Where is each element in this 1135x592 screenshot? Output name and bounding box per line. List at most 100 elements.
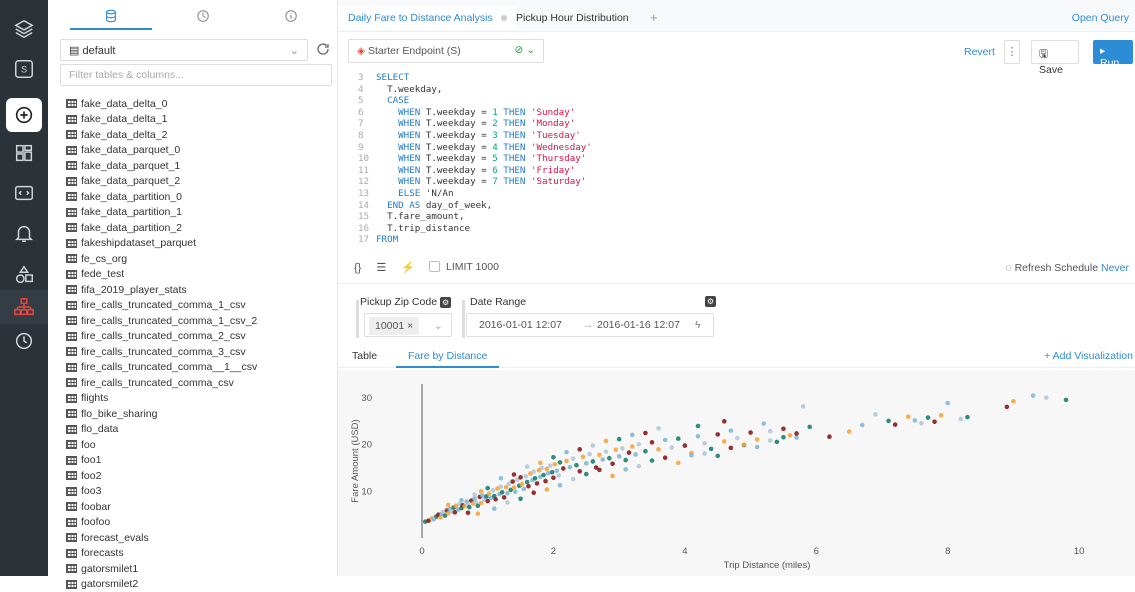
data-point xyxy=(487,491,492,496)
open-query-link[interactable]: Open Query xyxy=(1072,12,1129,24)
filter-input[interactable]: Filter tables & columns... xyxy=(60,64,332,86)
table-item[interactable]: fake_data_partition_2 xyxy=(66,220,336,236)
code-line[interactable]: 15 T.fare_amount, xyxy=(358,211,592,223)
table-item[interactable]: gatorsmilet1 xyxy=(66,561,336,577)
table-item[interactable]: fe_cs_org xyxy=(66,251,336,267)
code-line[interactable]: 4 T.weekday, xyxy=(358,84,592,96)
limit-toggle[interactable]: LIMIT 1000 xyxy=(429,261,499,273)
data-point xyxy=(597,468,602,473)
table-item[interactable]: fake_data_parquet_1 xyxy=(66,158,336,174)
table-item[interactable]: foo xyxy=(66,437,336,453)
bolt-icon[interactable]: ⚡ xyxy=(401,262,415,274)
code-line[interactable]: 9 WHEN T.weekday = 4 THEN 'Wednesday' xyxy=(358,142,592,154)
clock-icon[interactable] xyxy=(0,324,48,358)
pickup-zip-select[interactable]: 10001 × ⌄ xyxy=(364,313,452,337)
sitemap-icon[interactable] xyxy=(0,290,48,324)
table-item[interactable]: fake_data_partition_1 xyxy=(66,205,336,221)
table-item[interactable]: foo2 xyxy=(66,468,336,484)
data-point xyxy=(552,462,557,467)
code-line[interactable]: 12 WHEN T.weekday = 7 THEN 'Saturday' xyxy=(358,176,592,188)
lightning-icon[interactable]: ϟ xyxy=(695,319,701,331)
code-line[interactable]: 11 WHEN T.weekday = 6 THEN 'Friday' xyxy=(358,165,592,177)
table-item[interactable]: fire_calls_truncated_comma_3_csv xyxy=(66,344,336,360)
tab-fare-by-distance[interactable]: Fare by Distance xyxy=(396,344,499,368)
info-icon[interactable] xyxy=(281,6,301,26)
code-line[interactable]: 6 WHEN T.weekday = 1 THEN 'Sunday' xyxy=(358,107,592,119)
more-menu-button[interactable]: ⋮ xyxy=(1004,40,1020,64)
code-line[interactable]: 5 CASE xyxy=(358,95,592,107)
table-name: fifa_2019_player_stats xyxy=(81,284,187,296)
code-line[interactable]: 3SELECT xyxy=(358,72,592,84)
table-item[interactable]: fake_data_parquet_2 xyxy=(66,174,336,190)
code-line[interactable]: 13 ELSE 'N/An xyxy=(358,188,592,200)
table-item[interactable]: forecasts xyxy=(66,546,336,562)
save-button[interactable]: 🖫 Save xyxy=(1031,40,1079,64)
code-line[interactable]: 16 T.trip_distance xyxy=(358,223,592,235)
table-item[interactable]: fake_data_partition_0 xyxy=(66,189,336,205)
table-item[interactable]: flo_data xyxy=(66,422,336,438)
database-select[interactable]: ▤ default ⌄ xyxy=(60,39,308,61)
table-item[interactable]: foo3 xyxy=(66,484,336,500)
table-item[interactable]: flights xyxy=(66,391,336,407)
dashboard-icon[interactable] xyxy=(0,136,48,170)
run-button[interactable]: ▸ Run xyxy=(1093,40,1133,64)
table-item[interactable]: fire_calls_truncated_comma_1_csv_2 xyxy=(66,313,336,329)
table-item[interactable]: gatorsmilet2 xyxy=(66,577,336,592)
data-point xyxy=(476,511,481,516)
table-item[interactable]: flo_bike_sharing xyxy=(66,406,336,422)
refresh-icon[interactable] xyxy=(315,41,331,57)
code-line[interactable]: 7 WHEN T.weekday = 2 THEN 'Monday' xyxy=(358,118,592,130)
refresh-schedule[interactable]: ◌ Refresh Schedule Never xyxy=(1005,262,1129,274)
table-item[interactable]: foo1 xyxy=(66,453,336,469)
tab-daily-fare[interactable]: Daily Fare to Distance Analysis xyxy=(338,6,517,30)
table-item[interactable]: fake_data_delta_0 xyxy=(66,96,336,112)
list-icon[interactable]: ☰ xyxy=(376,262,386,274)
code-icon[interactable] xyxy=(0,176,48,210)
code-line[interactable]: 8 WHEN T.weekday = 3 THEN 'Tuesday' xyxy=(358,130,592,142)
table-item[interactable]: fake_data_parquet_0 xyxy=(66,143,336,159)
sql-editor[interactable]: 3SELECT4 T.weekday,5 CASE6 WHEN T.weekda… xyxy=(358,72,592,246)
gear-icon[interactable]: ⚙ xyxy=(705,296,716,307)
endpoint-select[interactable]: ◈ Starter Endpoint (S) ⊘ ⌄ xyxy=(348,39,544,63)
add-tab-button[interactable]: + xyxy=(650,10,658,25)
zip-chip[interactable]: 10001 × xyxy=(369,317,419,335)
format-button[interactable]: {} xyxy=(354,262,361,274)
date-end[interactable]: 2016-01-16 12:07 xyxy=(597,319,680,331)
table-name: fake_data_partition_0 xyxy=(81,191,182,203)
database-icon[interactable] xyxy=(101,6,121,26)
table-item[interactable]: foofoo xyxy=(66,515,336,531)
add-visualization-button[interactable]: + Add Visualization xyxy=(1044,350,1133,362)
tab-table[interactable]: Table xyxy=(352,350,377,362)
table-item[interactable]: fake_data_delta_2 xyxy=(66,127,336,143)
limit-checkbox[interactable] xyxy=(429,261,440,272)
y-tick-label: 20 xyxy=(361,440,372,451)
bell-icon[interactable] xyxy=(0,216,48,250)
param-drag-handle[interactable] xyxy=(356,300,359,338)
tab-pickup-hour[interactable]: Pickup Hour Distribution xyxy=(506,6,639,30)
table-item[interactable]: fire_calls_truncated_comma_1_csv xyxy=(66,298,336,314)
table-item[interactable]: fire_calls_truncated_comma_2_csv xyxy=(66,329,336,345)
table-item[interactable]: foobar xyxy=(66,499,336,515)
table-item[interactable]: fifa_2019_player_stats xyxy=(66,282,336,298)
code-line[interactable]: 14 END AS day_of_week, xyxy=(358,200,592,212)
table-item[interactable]: fede_test xyxy=(66,267,336,283)
table-item[interactable]: fire_calls_truncated_comma__1__csv xyxy=(66,360,336,376)
refresh-schedule-value[interactable]: Never xyxy=(1101,262,1129,274)
layers-icon[interactable] xyxy=(0,12,48,46)
table-item[interactable]: fire_calls_truncated_comma_csv xyxy=(66,375,336,391)
plus-circle-icon[interactable] xyxy=(6,98,42,132)
table-item[interactable]: forecast_evals xyxy=(66,530,336,546)
param-drag-handle[interactable] xyxy=(462,300,465,338)
date-start[interactable]: 2016-01-01 12:07 xyxy=(479,319,562,331)
date-range-picker[interactable]: 2016-01-01 12:07 → 2016-01-16 12:07 ϟ xyxy=(466,313,714,337)
revert-button[interactable]: Revert xyxy=(964,46,995,58)
shapes-icon[interactable] xyxy=(0,258,48,292)
data-point xyxy=(886,419,891,424)
table-item[interactable]: fake_data_delta_1 xyxy=(66,112,336,128)
code-line[interactable]: 17FROM xyxy=(358,234,592,246)
code-line[interactable]: 10 WHEN T.weekday = 5 THEN 'Thursday' xyxy=(358,153,592,165)
history-icon[interactable] xyxy=(193,6,213,26)
gear-icon[interactable]: ⚙ xyxy=(440,297,451,308)
s-icon[interactable]: S xyxy=(0,52,48,86)
table-item[interactable]: fakeshipdataset_parquet xyxy=(66,236,336,252)
